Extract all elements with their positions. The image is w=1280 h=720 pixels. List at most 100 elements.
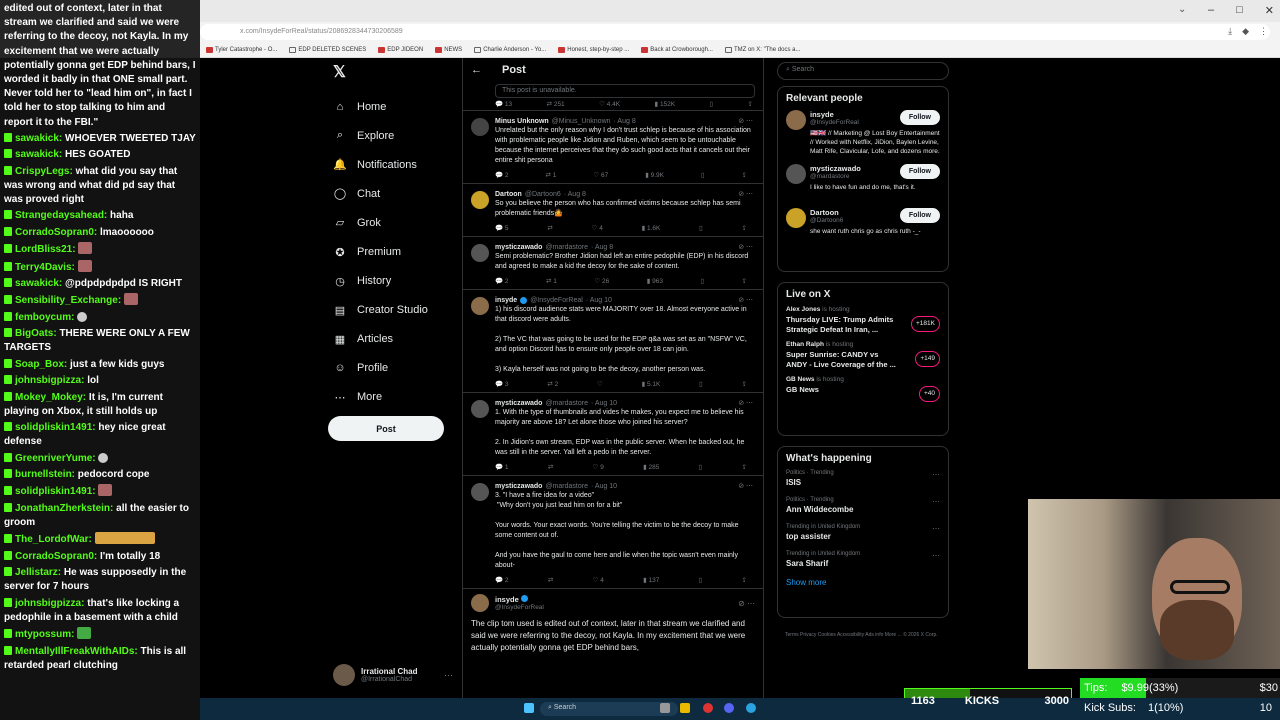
share-icon[interactable]: ⇪ [741, 576, 746, 584]
chat-username[interactable]: Jellistarz: [15, 567, 61, 578]
avatar[interactable] [471, 594, 489, 612]
extension-icon[interactable]: ◆ [1242, 26, 1249, 37]
sidebar-item-explore[interactable]: ⌕ Explore [333, 121, 428, 150]
show-more-link[interactable]: Show more [786, 578, 940, 587]
follow-button[interactable]: Follow [899, 164, 940, 179]
sidebar-item-premium[interactable]: ✪ Premium [333, 237, 428, 266]
repost-action[interactable]: ⇄ [548, 576, 553, 584]
repost-action[interactable]: ⇄ 251 [547, 100, 565, 108]
bookmark-item[interactable]: NEWS [435, 44, 462, 56]
taskbar-search[interactable]: ⌕ Search [540, 702, 678, 716]
live-host-name[interactable]: Ethan Ralph [786, 341, 824, 348]
maximize-icon[interactable]: □ [1236, 4, 1243, 17]
tweet[interactable]: insyde @InsydeForReal ⊘ ⋯ The clip tom u… [463, 588, 763, 659]
chat-username[interactable]: CrispyLegs: [15, 166, 73, 177]
avatar[interactable] [471, 400, 489, 418]
views-action[interactable]: ▮ 5.1K [642, 380, 661, 388]
task-view-icon[interactable] [660, 703, 670, 713]
chat-username[interactable]: JonathanZherkstein: [15, 503, 113, 514]
bookmark-icon[interactable]: ▯ [710, 100, 714, 108]
chat-username[interactable]: solidpliskin1491: [15, 486, 96, 497]
like-action[interactable]: ♡ 4 [593, 576, 604, 584]
app-icon[interactable] [746, 703, 756, 713]
account-switcher[interactable]: Irrational Chad @IrrationalChad ⋯ [333, 664, 453, 686]
tweet-author[interactable]: mysticzawado [495, 244, 542, 251]
avatar[interactable] [786, 164, 806, 184]
chat-username[interactable]: johnsbigpizza: [15, 375, 84, 386]
reply-action[interactable]: 💬 2 [495, 171, 509, 179]
sidebar-item-creator-studio[interactable]: ▤ Creator Studio [333, 296, 428, 325]
bookmark-item[interactable]: Tyler Catastrophe - O... [206, 44, 277, 56]
tweet[interactable]: mysticzawado @mardastore · Aug 10 ⊘ ⋯ 1. Wit… [463, 392, 763, 475]
search-input[interactable]: ⌕ Search [777, 62, 949, 80]
chat-username[interactable]: Sensibility_Exchange: [15, 295, 121, 306]
sidebar-item-more[interactable]: ⋯ More [333, 383, 428, 412]
chat-username[interactable]: femboycum: [15, 312, 74, 323]
views-action[interactable]: ▮ 285 [643, 463, 659, 471]
x-logo-icon[interactable]: 𝕏 [333, 62, 346, 82]
sidebar-item-chat[interactable]: ◯ Chat [333, 179, 428, 208]
follow-button[interactable]: Follow [899, 110, 940, 125]
avatar[interactable] [786, 208, 806, 228]
post-button[interactable]: Post [328, 416, 444, 441]
tweet[interactable]: mysticzawado @mardastore · Aug 8 ⊘ ⋯ Semi pr… [463, 236, 763, 289]
chat-username[interactable]: Strangedaysahead: [15, 210, 107, 221]
like-action[interactable]: ♡ 67 [593, 171, 608, 179]
avatar[interactable] [471, 118, 489, 136]
relevant-person[interactable]: mysticzawado @mardastore I like to have fu… [786, 164, 940, 200]
chat-username[interactable]: sawakick: [15, 149, 62, 160]
tweet-menu-icon[interactable]: ⊘ ⋯ [738, 190, 753, 198]
tweet[interactable]: Minus Unknown @Minus_Unknown · Aug 8 ⊘ ⋯ Unr… [463, 110, 763, 183]
chat-username[interactable]: CorradoSopran0: [15, 227, 97, 238]
avatar[interactable] [786, 110, 806, 130]
chat-username[interactable]: The_LordofWar: [15, 534, 92, 545]
more-icon[interactable]: ⋯ [932, 551, 940, 560]
live-item[interactable]: GB News is hosting GB News +40 [786, 376, 940, 402]
grok-icon[interactable]: ⊘ ⋯ [738, 599, 755, 608]
tweet-author[interactable]: insyde [495, 595, 519, 604]
live-item[interactable]: Alex Jones is hosting Thursday LIVE: Trum… [786, 306, 940, 335]
more-icon[interactable]: ⋯ [932, 524, 940, 533]
tweet-author[interactable]: Dartoon [495, 191, 522, 198]
tweet-menu-icon[interactable]: ⊘ ⋯ [738, 296, 753, 304]
bookmark-item[interactable]: EDP DELETED SCENES [289, 44, 366, 56]
like-action[interactable]: ♡ 4 [592, 224, 603, 232]
like-action[interactable]: ♡ 9 [593, 463, 604, 471]
footer-links[interactable]: Terms Privacy Cookies Accessibility Ads … [785, 630, 945, 640]
tweet[interactable]: Dartoon @Dartoon6 · Aug 8 ⊘ ⋯ So you believe… [463, 183, 763, 236]
like-action[interactable]: ♡ [597, 380, 603, 388]
share-icon[interactable]: ⇪ [742, 277, 747, 285]
relevant-person[interactable]: insyde @InsydeForReal 🇺🇸🇬🇧 // Marketing @ … [786, 110, 940, 156]
views-action[interactable]: ▮ 963 [647, 277, 663, 285]
chat-username[interactable]: sawakick: [15, 278, 62, 289]
tweet[interactable]: insyde @InsydeForReal · Aug 10 ⊘ ⋯ 1) his di… [463, 289, 763, 392]
minimize-icon[interactable]: – [1208, 4, 1214, 17]
avatar[interactable] [471, 483, 489, 501]
repost-action[interactable]: ⇄ 1 [546, 171, 557, 179]
live-host-name[interactable]: GB News [786, 376, 815, 383]
repost-action[interactable]: ⇄ [547, 224, 552, 232]
share-icon[interactable]: ⇪ [748, 100, 753, 108]
tweet-menu-icon[interactable]: ⊘ ⋯ [738, 243, 753, 251]
close-icon[interactable]: ✕ [1265, 4, 1274, 17]
bookmark-item[interactable]: EDP JIDEON [378, 44, 423, 56]
repost-action[interactable]: ⇄ 1 [546, 277, 557, 285]
tweet[interactable]: mysticzawado @mardastore · Aug 10 ⊘ ⋯ 3. "I … [463, 475, 763, 588]
bookmark-item[interactable]: Charlie Anderson - Yo... [474, 44, 546, 56]
tweet-author[interactable]: Minus Unknown [495, 118, 549, 125]
start-icon[interactable] [524, 703, 534, 713]
file-explorer-icon[interactable] [680, 703, 690, 713]
back-arrow-icon[interactable]: ← [471, 64, 482, 76]
menu-icon[interactable]: ⋮ [1259, 26, 1268, 37]
sidebar-item-home[interactable]: ⌂ Home [333, 92, 428, 121]
follow-button[interactable]: Follow [899, 208, 940, 223]
relevant-person[interactable]: Dartoon @Dartoon6 she want ruth chris go a… [786, 208, 940, 244]
trend-item[interactable]: Trending in United Kingdom Sara Sharif ⋯ [786, 551, 940, 568]
reply-action[interactable]: 💬 3 [495, 380, 509, 388]
views-action[interactable]: ▮ 9.9K [645, 171, 664, 179]
download-icon[interactable]: ⤓ [1228, 26, 1232, 37]
chat-username[interactable]: BigOats: [15, 328, 57, 339]
views-action[interactable]: ▮ 152K [655, 100, 676, 108]
sidebar-item-grok[interactable]: ▱ Grok [333, 208, 428, 237]
chevron-down-icon[interactable]: ⌄ [1178, 4, 1186, 15]
